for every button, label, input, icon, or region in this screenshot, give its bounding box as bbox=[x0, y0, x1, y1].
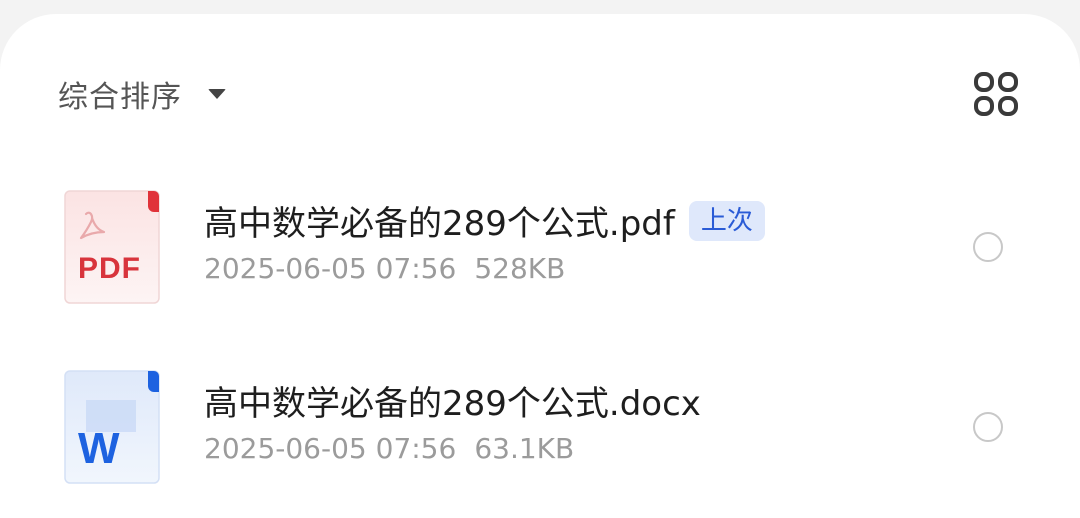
grid-view-button[interactable] bbox=[972, 70, 1020, 118]
word-icon-label: W bbox=[78, 424, 120, 473]
file-name: 高中数学必备的289个公式.pdf bbox=[204, 204, 675, 244]
last-opened-badge: 上次 bbox=[688, 200, 765, 241]
select-radio[interactable] bbox=[973, 412, 1003, 442]
file-meta: 2025-06-05 07:56 528KB bbox=[204, 252, 565, 285]
file-row-pdf[interactable]: PDF 高中数学必备的289个公式.pdf 上次 2025-06-05 07:5… bbox=[0, 188, 1080, 308]
select-radio[interactable] bbox=[973, 232, 1003, 262]
file-size: 528KB bbox=[474, 252, 566, 285]
file-size: 63.1KB bbox=[474, 432, 575, 465]
pdf-file-icon bbox=[64, 190, 160, 304]
grid-view-icon bbox=[974, 72, 1018, 116]
file-meta: 2025-06-05 07:56 63.1KB bbox=[204, 432, 574, 465]
file-list-sheet: 综合排序 PDF 高中数学必备的289个公式.pdf 上次 2025-06-05… bbox=[0, 14, 1080, 518]
file-date: 2025-06-05 07:56 bbox=[204, 252, 457, 285]
file-date: 2025-06-05 07:56 bbox=[204, 432, 457, 465]
pdf-icon-label: PDF bbox=[78, 252, 141, 285]
file-row-docx[interactable]: W 高中数学必备的289个公式.docx 2025-06-05 07:56 63.… bbox=[0, 368, 1080, 488]
file-name: 高中数学必备的289个公式.docx bbox=[204, 384, 701, 424]
sort-label: 综合排序 bbox=[58, 80, 182, 115]
sort-dropdown[interactable]: 综合排序 bbox=[58, 74, 226, 115]
caret-down-icon bbox=[208, 89, 226, 99]
